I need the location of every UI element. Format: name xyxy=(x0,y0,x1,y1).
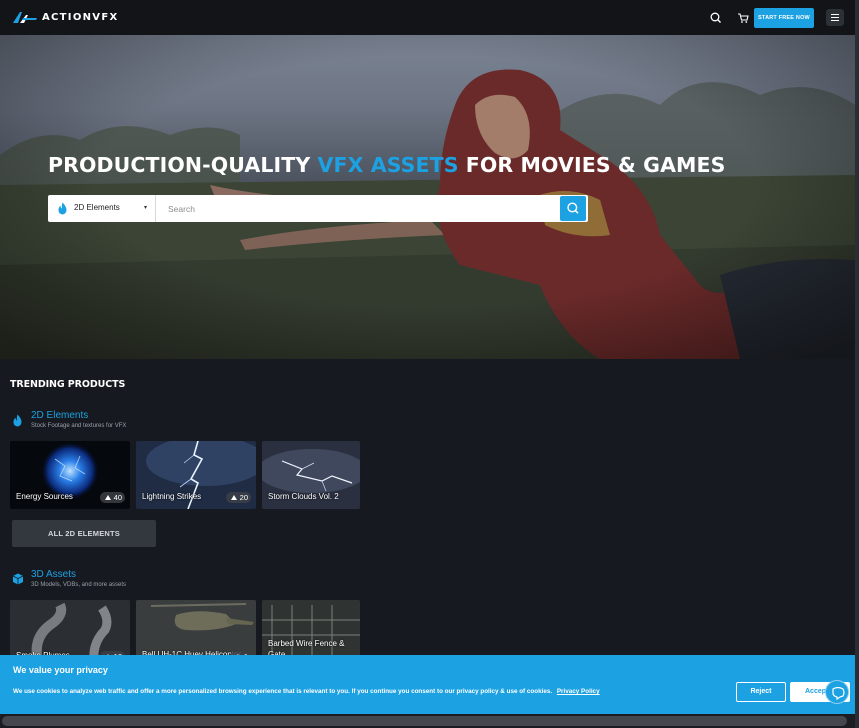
card-label: Storm Clouds Vol. 2 xyxy=(268,492,339,501)
search-icon[interactable] xyxy=(709,11,723,25)
hero-title-suffix: FOR MOVIES & GAMES xyxy=(458,153,726,177)
asset-count-badge: 40 xyxy=(99,492,125,503)
search-icon xyxy=(567,202,579,214)
chat-widget-button[interactable] xyxy=(825,680,849,704)
cube-icon xyxy=(12,573,24,585)
product-card[interactable]: Lightning Strikes 20 xyxy=(136,441,256,509)
logo-text: ACTIONVFX xyxy=(42,11,119,23)
cookie-banner: We value your privacy We use cookies to … xyxy=(0,655,855,714)
asset-count: 20 xyxy=(239,493,248,502)
hero-banner: PRODUCTION-QUALITY VFX ASSETS FOR MOVIES… xyxy=(0,35,855,359)
reject-button[interactable]: Reject xyxy=(736,682,786,702)
menu-button[interactable] xyxy=(826,9,844,26)
cookie-message: We use cookies to analyze web traffic an… xyxy=(13,688,553,695)
actionvfx-logo[interactable]: ACTIONVFX xyxy=(12,10,118,24)
asset-count-badge: 20 xyxy=(225,492,251,503)
top-navbar: ACTIONVFX START FREE NOW xyxy=(0,0,859,35)
horizontal-scrollbar[interactable] xyxy=(2,716,847,726)
product-card[interactable]: Storm Clouds Vol. 2 xyxy=(262,441,360,509)
search-bar: 2D Elements ▾ xyxy=(48,195,588,222)
trending-title: TRENDING PRODUCTS xyxy=(10,379,126,390)
cart-icon[interactable] xyxy=(736,11,750,25)
start-free-button[interactable]: START FREE NOW xyxy=(754,8,814,28)
cookie-text: We use cookies to analyze web traffic an… xyxy=(13,688,600,695)
menu-icon xyxy=(831,14,839,16)
card-label: Energy Sources xyxy=(16,492,73,501)
vertical-scrollbar[interactable] xyxy=(855,0,859,728)
search-submit-button[interactable] xyxy=(560,196,586,221)
hero-title-prefix: PRODUCTION-QUALITY xyxy=(48,153,318,177)
fire-icon xyxy=(13,414,22,427)
section-title-3d[interactable]: 3D Assets xyxy=(31,569,76,580)
section-title-2d[interactable]: 2D Elements xyxy=(31,410,88,421)
category-select[interactable]: 2D Elements ▾ xyxy=(48,195,156,222)
section-subtitle-3d: 3D Models, VDBs, and more assets xyxy=(31,582,127,588)
logo-mark-icon xyxy=(13,12,37,23)
cookie-title: We value your privacy xyxy=(13,665,108,675)
section-subtitle-2d: Stock Footage and textures for VFX xyxy=(31,423,127,429)
hero-title: PRODUCTION-QUALITY VFX ASSETS FOR MOVIES… xyxy=(48,153,726,177)
asset-count: 40 xyxy=(113,493,122,502)
product-card[interactable]: Energy Sources 40 xyxy=(10,441,130,509)
search-input[interactable] xyxy=(158,196,558,221)
stack-icon xyxy=(104,495,111,500)
fire-icon xyxy=(58,202,67,215)
chat-icon xyxy=(832,686,845,701)
hero-title-accent: VFX ASSETS xyxy=(317,153,459,177)
privacy-policy-link[interactable]: Privacy Policy xyxy=(557,688,600,695)
stack-icon xyxy=(230,495,237,500)
card-label: Lightning Strikes xyxy=(142,492,202,501)
all-2d-elements-button[interactable]: ALL 2D ELEMENTS xyxy=(12,520,156,547)
chevron-down-icon: ▾ xyxy=(144,205,148,211)
category-selected-label: 2D Elements xyxy=(74,203,120,212)
